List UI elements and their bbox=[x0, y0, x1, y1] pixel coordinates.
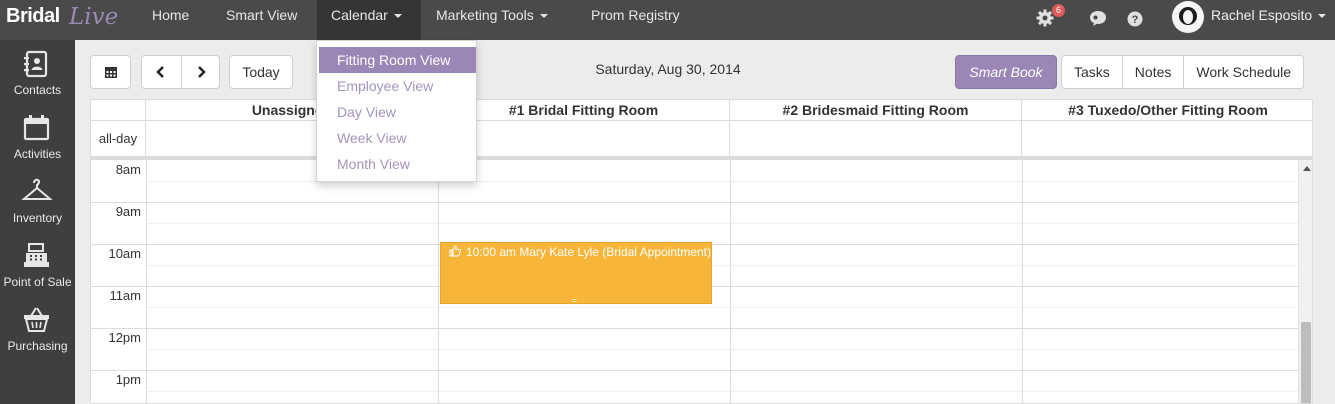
nav-prom-registry[interactable]: Prom Registry bbox=[577, 0, 694, 40]
notification-badge: 6 bbox=[1052, 4, 1065, 17]
bridallive-logo[interactable]: Bridal Live bbox=[6, 2, 126, 36]
scrollbar[interactable] bbox=[1298, 160, 1312, 403]
user-menu[interactable]: Rachel Esposito bbox=[1211, 0, 1327, 31]
previous-day-button[interactable] bbox=[155, 66, 167, 78]
chevron-down-icon bbox=[1318, 14, 1327, 19]
sidebar-item-label: Activities bbox=[13, 147, 62, 161]
all-day-cell[interactable] bbox=[1022, 121, 1312, 156]
all-day-label: all-day bbox=[91, 121, 146, 156]
divider bbox=[91, 202, 1298, 203]
divider bbox=[146, 223, 1298, 224]
nav-calendar-label: Calendar bbox=[331, 7, 388, 23]
event-title: 10:00 am Mary Kate Lyle (Bridal Appointm… bbox=[466, 245, 712, 259]
avatar[interactable] bbox=[1172, 1, 1204, 33]
sidebar-item-inventory[interactable]: Inventory bbox=[0, 168, 75, 232]
divider bbox=[730, 160, 731, 403]
sidebar-item-purchasing[interactable]: Purchasing bbox=[0, 296, 75, 360]
all-day-cell[interactable] bbox=[438, 121, 730, 156]
register-icon bbox=[24, 243, 49, 267]
logo-text-primary: Bridal bbox=[6, 5, 60, 27]
divider bbox=[181, 56, 182, 88]
divider bbox=[146, 349, 1298, 350]
nav-prom-registry-label: Prom Registry bbox=[591, 7, 680, 23]
column-header-bridesmaid-fitting-room: #2 Bridesmaid Fitting Room bbox=[730, 100, 1022, 121]
menu-item-employee-view[interactable]: Employee View bbox=[317, 73, 476, 99]
svg-text:?: ? bbox=[1132, 14, 1139, 26]
sidebar-item-activities[interactable]: Activities bbox=[0, 104, 75, 168]
user-silhouette-icon bbox=[1173, 2, 1203, 32]
time-label: 12pm bbox=[108, 330, 141, 345]
nav-smart-view-label: Smart View bbox=[226, 7, 298, 23]
sidebar: Contacts Activities Inventory Point of S… bbox=[0, 40, 75, 404]
nav-home-label: Home bbox=[152, 7, 190, 23]
mini-calendar-button[interactable] bbox=[90, 55, 131, 89]
sidebar-item-label: Point of Sale bbox=[3, 275, 72, 289]
hanger-icon bbox=[21, 178, 53, 200]
menu-item-month-view[interactable]: Month View bbox=[317, 151, 476, 177]
scroll-up-arrow[interactable] bbox=[1303, 166, 1311, 171]
chevron-down-icon bbox=[539, 14, 548, 19]
today-button-label: Today bbox=[242, 64, 280, 80]
chevron-down-icon bbox=[393, 14, 402, 19]
calendar-icon bbox=[104, 67, 117, 78]
divider bbox=[146, 160, 147, 403]
basket-icon bbox=[24, 307, 49, 332]
today-button[interactable]: Today bbox=[229, 55, 293, 89]
divider bbox=[146, 265, 1298, 266]
work-schedule-button[interactable]: Work Schedule bbox=[1183, 56, 1303, 88]
calendar-dropdown-menu: Fitting Room View Employee View Day View… bbox=[316, 40, 477, 182]
view-button-group: Tasks Notes Work Schedule bbox=[1061, 55, 1305, 89]
next-day-button[interactable] bbox=[195, 66, 207, 78]
smart-book-label: Smart Book bbox=[969, 64, 1043, 80]
nav-marketing-tools-label: Marketing Tools bbox=[436, 7, 534, 23]
sidebar-item-label: Contacts bbox=[13, 83, 62, 97]
column-header-tuxedo-fitting-room: #3 Tuxedo/Other Fitting Room bbox=[1022, 100, 1312, 121]
top-navbar: Bridal Live Home Smart View Calendar Mar… bbox=[0, 0, 1335, 40]
time-label: 11am bbox=[109, 288, 141, 303]
sidebar-item-point-of-sale[interactable]: Point of Sale bbox=[0, 232, 75, 296]
thumbs-up-icon bbox=[449, 245, 461, 257]
tasks-button[interactable]: Tasks bbox=[1062, 56, 1122, 88]
time-label: 1pm bbox=[115, 372, 141, 387]
user-name: Rachel Esposito bbox=[1211, 7, 1313, 23]
nav-smart-view[interactable]: Smart View bbox=[212, 0, 311, 40]
nav-home[interactable]: Home bbox=[138, 0, 203, 40]
contacts-icon bbox=[24, 50, 48, 78]
help-icon[interactable]: ? bbox=[1127, 11, 1143, 27]
time-label: 8am bbox=[115, 162, 141, 177]
time-label: 9am bbox=[115, 204, 141, 219]
divider bbox=[91, 328, 1298, 329]
menu-item-fitting-room-view[interactable]: Fitting Room View bbox=[319, 47, 476, 73]
logo-text-secondary: Live bbox=[69, 4, 119, 30]
event-resize-handle[interactable]: = bbox=[572, 297, 577, 304]
date-title: Saturday, Aug 30, 2014 bbox=[595, 61, 741, 77]
divider bbox=[91, 370, 1298, 371]
divider bbox=[146, 391, 1298, 392]
scrollbar-thumb[interactable] bbox=[1301, 322, 1311, 403]
calendar-grid: Unassigned #1 Bridal Fitting Room #2 Bri… bbox=[90, 99, 1313, 404]
divider bbox=[438, 160, 439, 403]
time-column-header bbox=[91, 100, 146, 121]
date-nav-group bbox=[141, 55, 220, 89]
divider bbox=[146, 307, 1298, 308]
sidebar-item-label: Inventory bbox=[12, 211, 63, 225]
nav-calendar[interactable]: Calendar bbox=[317, 0, 421, 40]
notes-button[interactable]: Notes bbox=[1121, 56, 1184, 88]
calendar-icon bbox=[23, 115, 50, 141]
menu-item-day-view[interactable]: Day View bbox=[317, 99, 476, 125]
nav-marketing-tools[interactable]: Marketing Tools bbox=[422, 0, 562, 40]
all-day-cell[interactable] bbox=[730, 121, 1022, 156]
smart-book-button[interactable]: Smart Book bbox=[955, 55, 1057, 89]
time-label: 10am bbox=[108, 246, 141, 261]
time-grid[interactable]: 8am 9am 10am 11am 12pm 1pm 10:00 am Mary… bbox=[91, 160, 1312, 403]
sidebar-item-label: Purchasing bbox=[7, 339, 68, 353]
sidebar-item-contacts[interactable]: Contacts bbox=[0, 40, 75, 104]
chat-icon[interactable] bbox=[1089, 10, 1107, 27]
menu-item-week-view[interactable]: Week View bbox=[317, 125, 476, 151]
appointment-event[interactable]: 10:00 am Mary Kate Lyle (Bridal Appointm… bbox=[440, 242, 712, 304]
all-day-row: all-day bbox=[91, 121, 1312, 157]
column-header-bridal-fitting-room: #1 Bridal Fitting Room bbox=[438, 100, 730, 121]
divider bbox=[1022, 160, 1023, 403]
